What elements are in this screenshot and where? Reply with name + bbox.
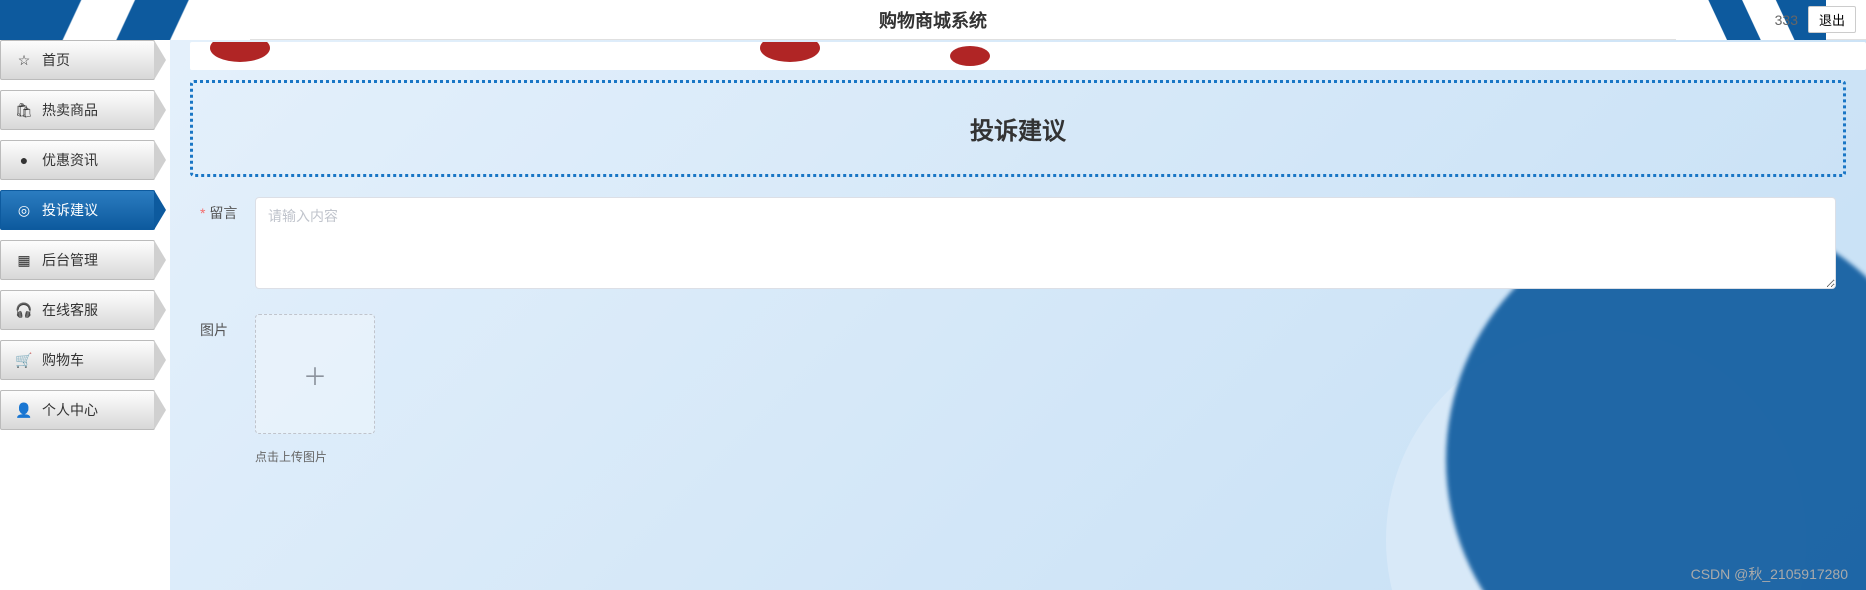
chevron-right-icon <box>154 340 166 380</box>
info-icon: ● <box>16 152 32 168</box>
watermark: CSDN @秋_2105917280 <box>1691 564 1848 584</box>
sidebar-item-label: 购物车 <box>42 350 84 370</box>
user-id-label: 333 <box>1775 12 1798 28</box>
chevron-right-icon <box>154 290 166 330</box>
sidebar-item-admin[interactable]: ▦ 后台管理 <box>0 240 155 280</box>
sidebar-item-label: 投诉建议 <box>42 200 98 220</box>
sidebar: ☆ 首页 🛍 热卖商品 ● 优惠资讯 ◎ 投诉建议 ▦ 后台管理 🎧 在线客服 … <box>0 40 155 590</box>
star-icon: ☆ <box>16 52 32 69</box>
sidebar-item-label: 优惠资讯 <box>42 150 98 170</box>
sidebar-item-hot-products[interactable]: 🛍 热卖商品 <box>0 90 155 130</box>
sidebar-item-promo-news[interactable]: ● 优惠资讯 <box>0 140 155 180</box>
header-decoration-left <box>0 0 250 40</box>
chevron-right-icon <box>154 190 166 230</box>
cart-icon: 🛒 <box>16 352 32 369</box>
chevron-right-icon <box>154 40 166 80</box>
app-title: 购物商城系统 <box>879 7 987 33</box>
sidebar-item-label: 后台管理 <box>42 250 98 270</box>
message-label: 留言 <box>200 197 255 223</box>
logout-button[interactable]: 退出 <box>1808 6 1856 33</box>
dot-icon: ◎ <box>16 202 32 219</box>
page-title-box: 投诉建议 <box>190 80 1846 177</box>
chevron-right-icon <box>154 390 166 430</box>
sidebar-item-label: 在线客服 <box>42 300 98 320</box>
chevron-right-icon <box>154 90 166 130</box>
form-row-image: 图片 ＋ 点击上传图片 <box>200 314 1836 465</box>
header-right-group: 333 退出 <box>1775 6 1856 33</box>
chevron-right-icon <box>154 140 166 180</box>
upload-hint: 点击上传图片 <box>255 448 1836 465</box>
page-title: 投诉建议 <box>193 111 1843 146</box>
header: 购物商城系统 333 退出 <box>0 0 1866 40</box>
sidebar-item-label: 热卖商品 <box>42 100 98 120</box>
sidebar-item-complaint[interactable]: ◎ 投诉建议 <box>0 190 155 230</box>
sidebar-item-support[interactable]: 🎧 在线客服 <box>0 290 155 330</box>
banner-strip <box>190 42 1866 70</box>
sidebar-item-home[interactable]: ☆ 首页 <box>0 40 155 80</box>
sidebar-item-label: 首页 <box>42 50 70 70</box>
sidebar-item-cart[interactable]: 🛒 购物车 <box>0 340 155 380</box>
message-textarea[interactable] <box>255 197 1836 289</box>
image-upload-box[interactable]: ＋ <box>255 314 375 434</box>
headset-icon: 🎧 <box>16 302 32 319</box>
chevron-right-icon <box>154 240 166 280</box>
main-content: 投诉建议 留言 图片 ＋ 点击上传图片 CSDN @秋_2105917280 <box>170 40 1866 590</box>
sidebar-item-profile[interactable]: 👤 个人中心 <box>0 390 155 430</box>
image-label: 图片 <box>200 314 255 340</box>
user-icon: 👤 <box>16 402 32 419</box>
bag-icon: 🛍 <box>16 102 32 119</box>
plus-icon: ＋ <box>303 357 327 392</box>
form-row-message: 留言 <box>200 197 1836 294</box>
grid-icon: ▦ <box>16 252 32 269</box>
sidebar-item-label: 个人中心 <box>42 400 98 420</box>
